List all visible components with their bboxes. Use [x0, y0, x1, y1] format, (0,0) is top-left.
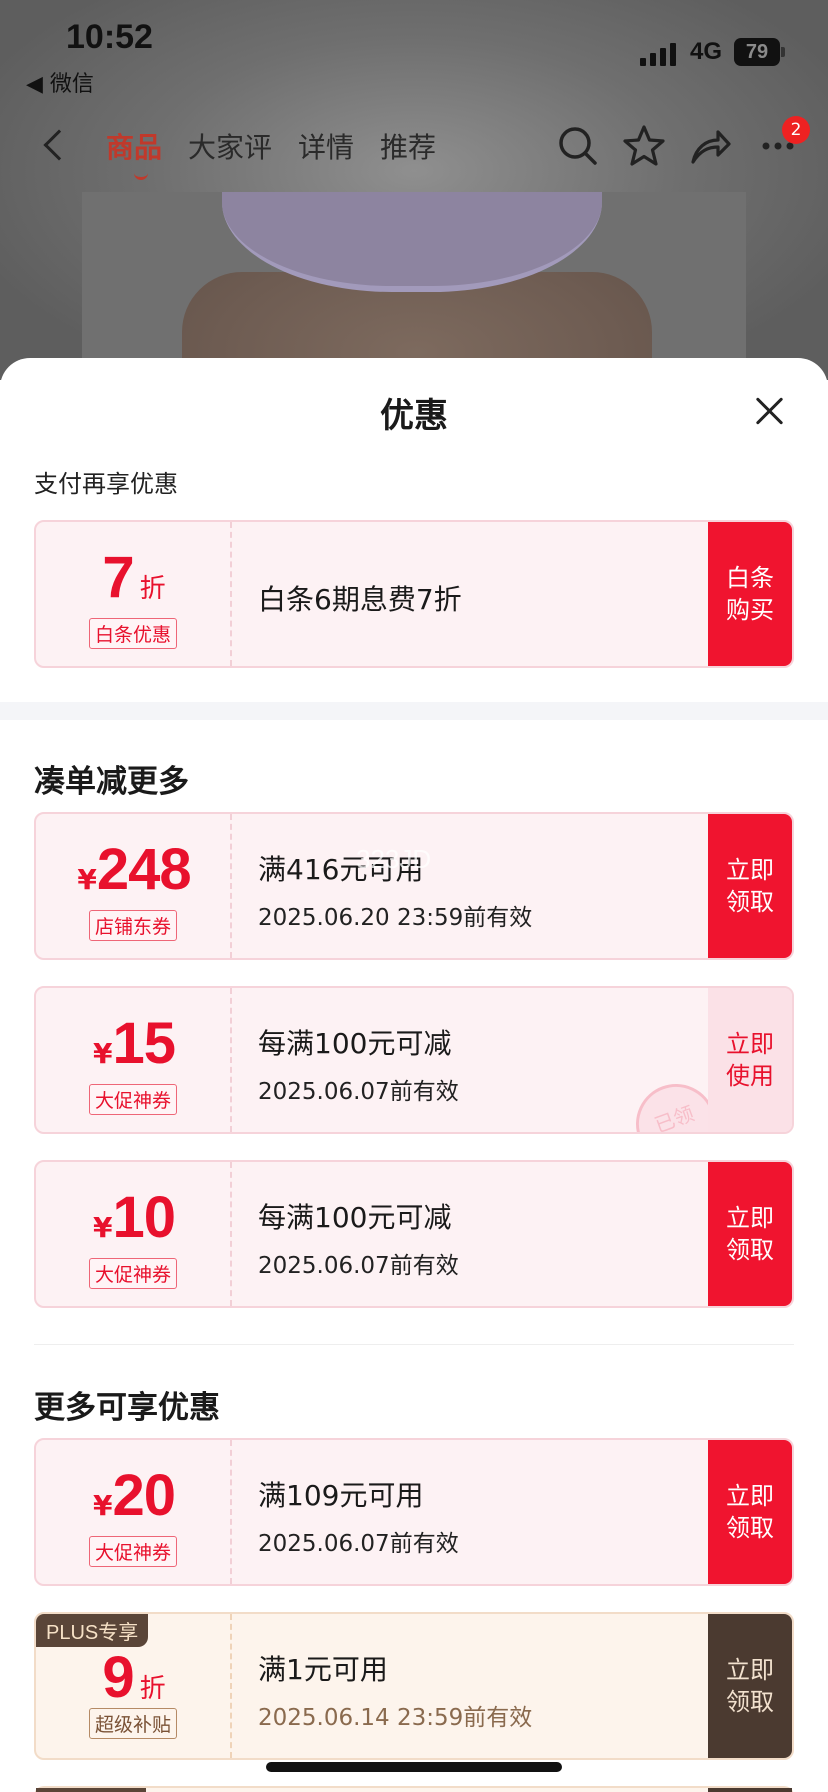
currency-symbol: ¥: [93, 1037, 113, 1070]
coupon-expiry: 2025.06.20 23:59前有效: [258, 905, 533, 931]
signal-icon: [640, 42, 676, 66]
notification-badge: 2: [782, 116, 810, 144]
coupon-value: ¥10 大促神券: [36, 1162, 232, 1306]
home-indicator[interactable]: [266, 1762, 562, 1772]
battery-icon: 79: [734, 38, 785, 66]
section-more-title: 更多可享优惠: [34, 1390, 220, 1426]
action-label: 立即领取: [726, 1203, 774, 1264]
use-now-button[interactable]: 立即使用: [708, 988, 792, 1132]
claim-button[interactable]: 立即领取: [708, 1614, 792, 1758]
currency-symbol: ¥: [93, 1489, 113, 1522]
coupon-value: 7折 白条优惠: [36, 522, 232, 666]
next-coupon-card-peek: [34, 1786, 794, 1792]
star-icon[interactable]: [622, 124, 666, 168]
claim-button[interactable]: 立即领取: [708, 1162, 792, 1306]
coupon-amount: 20: [112, 1463, 176, 1528]
section-combine-title: 凑单减更多: [34, 764, 189, 800]
coupon-condition: 白条6期息费7折: [258, 583, 462, 616]
claim-button[interactable]: 立即领取: [708, 814, 792, 958]
coupon-unit: 折: [139, 574, 166, 604]
coupon-condition: 每满100元可减: [258, 1201, 452, 1234]
tab-reviews[interactable]: 大家评: [188, 126, 272, 166]
baitiao-buy-button[interactable]: 白条购买: [708, 522, 792, 666]
action-label: 白条购买: [726, 563, 774, 624]
currency-symbol: ¥: [77, 863, 97, 896]
search-icon[interactable]: [556, 124, 600, 168]
coupon-amount: 248: [96, 837, 192, 902]
action-label: 立即领取: [726, 855, 774, 916]
section-divider: [34, 1344, 794, 1345]
action-label: 立即领取: [726, 1655, 774, 1716]
section-pay-title: 支付再享优惠: [34, 470, 178, 498]
share-icon[interactable]: [688, 124, 732, 168]
coupon-amount: 7: [102, 545, 134, 610]
coupon-card: ¥15 大促神券 每满100元可减 2025.06.07前有效 已领 立即使用: [34, 986, 794, 1134]
tab-details[interactable]: 详情: [298, 126, 354, 166]
coupon-value: ¥20 大促神券: [36, 1440, 232, 1584]
coupon-card: ¥248 店铺东券 满416元可用 323JD 2025.06.20 23:59…: [34, 812, 794, 960]
sheet-title: 优惠: [380, 396, 448, 436]
plus-coupon-card: 9折 超级补贴 PLUS专享 满1元可用 2025.06.14 23:59前有效…: [34, 1612, 794, 1760]
coupon-amount: 10: [112, 1185, 176, 1250]
coupon-condition: 满109元可用: [258, 1479, 424, 1512]
close-icon[interactable]: [754, 396, 784, 426]
coupon-expiry: 2025.06.07前有效: [258, 1253, 459, 1279]
coupon-tag: 店铺东券: [88, 910, 178, 941]
network-type: 4G: [690, 38, 723, 65]
coupon-expiry: 2025.06.07前有效: [258, 1079, 459, 1105]
section-separator: [0, 702, 828, 720]
battery-level: 79: [734, 38, 780, 66]
currency-symbol: ¥: [93, 1211, 113, 1244]
coupon-expiry: 2025.06.14 23:59前有效: [258, 1705, 533, 1731]
tab-recommend[interactable]: 推荐: [380, 126, 436, 166]
coupon-expiry: 2025.06.07前有效: [258, 1531, 459, 1557]
coupon-unit: 折: [139, 1674, 166, 1704]
coupon-value: ¥15 大促神券: [36, 988, 232, 1132]
claim-button[interactable]: 立即领取: [708, 1440, 792, 1584]
status-time: 10:52: [66, 18, 153, 56]
product-image: [82, 192, 746, 380]
discount-sheet: 优惠 支付再享优惠 7折 白条优惠 白条6期息费7折 白条购买 凑单减更多 ¥2…: [0, 358, 828, 1792]
coupon-condition: 每满100元可减: [258, 1027, 452, 1060]
action-label: 立即领取: [726, 1481, 774, 1542]
coupon-value: ¥248 店铺东券: [36, 814, 232, 958]
product-page-background: 10:52 ◀ 微信 4G 79 商品 大家评 详情 推荐 2: [0, 0, 828, 380]
action-label: 立即使用: [726, 1029, 774, 1090]
coupon-card: ¥10 大促神券 每满100元可减 2025.06.07前有效 立即领取: [34, 1160, 794, 1308]
watermark: 323JD: [356, 844, 432, 874]
plus-exclusive-label: PLUS专享: [36, 1614, 149, 1647]
coupon-amount: 15: [112, 1011, 176, 1076]
nav-actions: [556, 124, 806, 168]
back-to-wechat[interactable]: ◀ 微信: [26, 66, 94, 98]
coupon-tag: 大促神券: [88, 1536, 178, 1567]
coupon-card: ¥20 大促神券 满109元可用 2025.06.07前有效 立即领取: [34, 1438, 794, 1586]
coupon-tag: 大促神券: [88, 1084, 178, 1115]
coupon-amount: 9: [102, 1645, 134, 1710]
coupon-card: 7折 白条优惠 白条6期息费7折 白条购买: [34, 520, 794, 668]
tab-product[interactable]: 商品: [106, 126, 162, 180]
coupon-tag: 大促神券: [88, 1258, 178, 1289]
product-nav-tabs: 商品 大家评 详情 推荐: [106, 126, 436, 180]
coupon-tag: 白条优惠: [88, 618, 178, 649]
coupon-condition: 满1元可用: [258, 1653, 388, 1686]
coupon-tag: 超级补贴: [88, 1708, 178, 1739]
